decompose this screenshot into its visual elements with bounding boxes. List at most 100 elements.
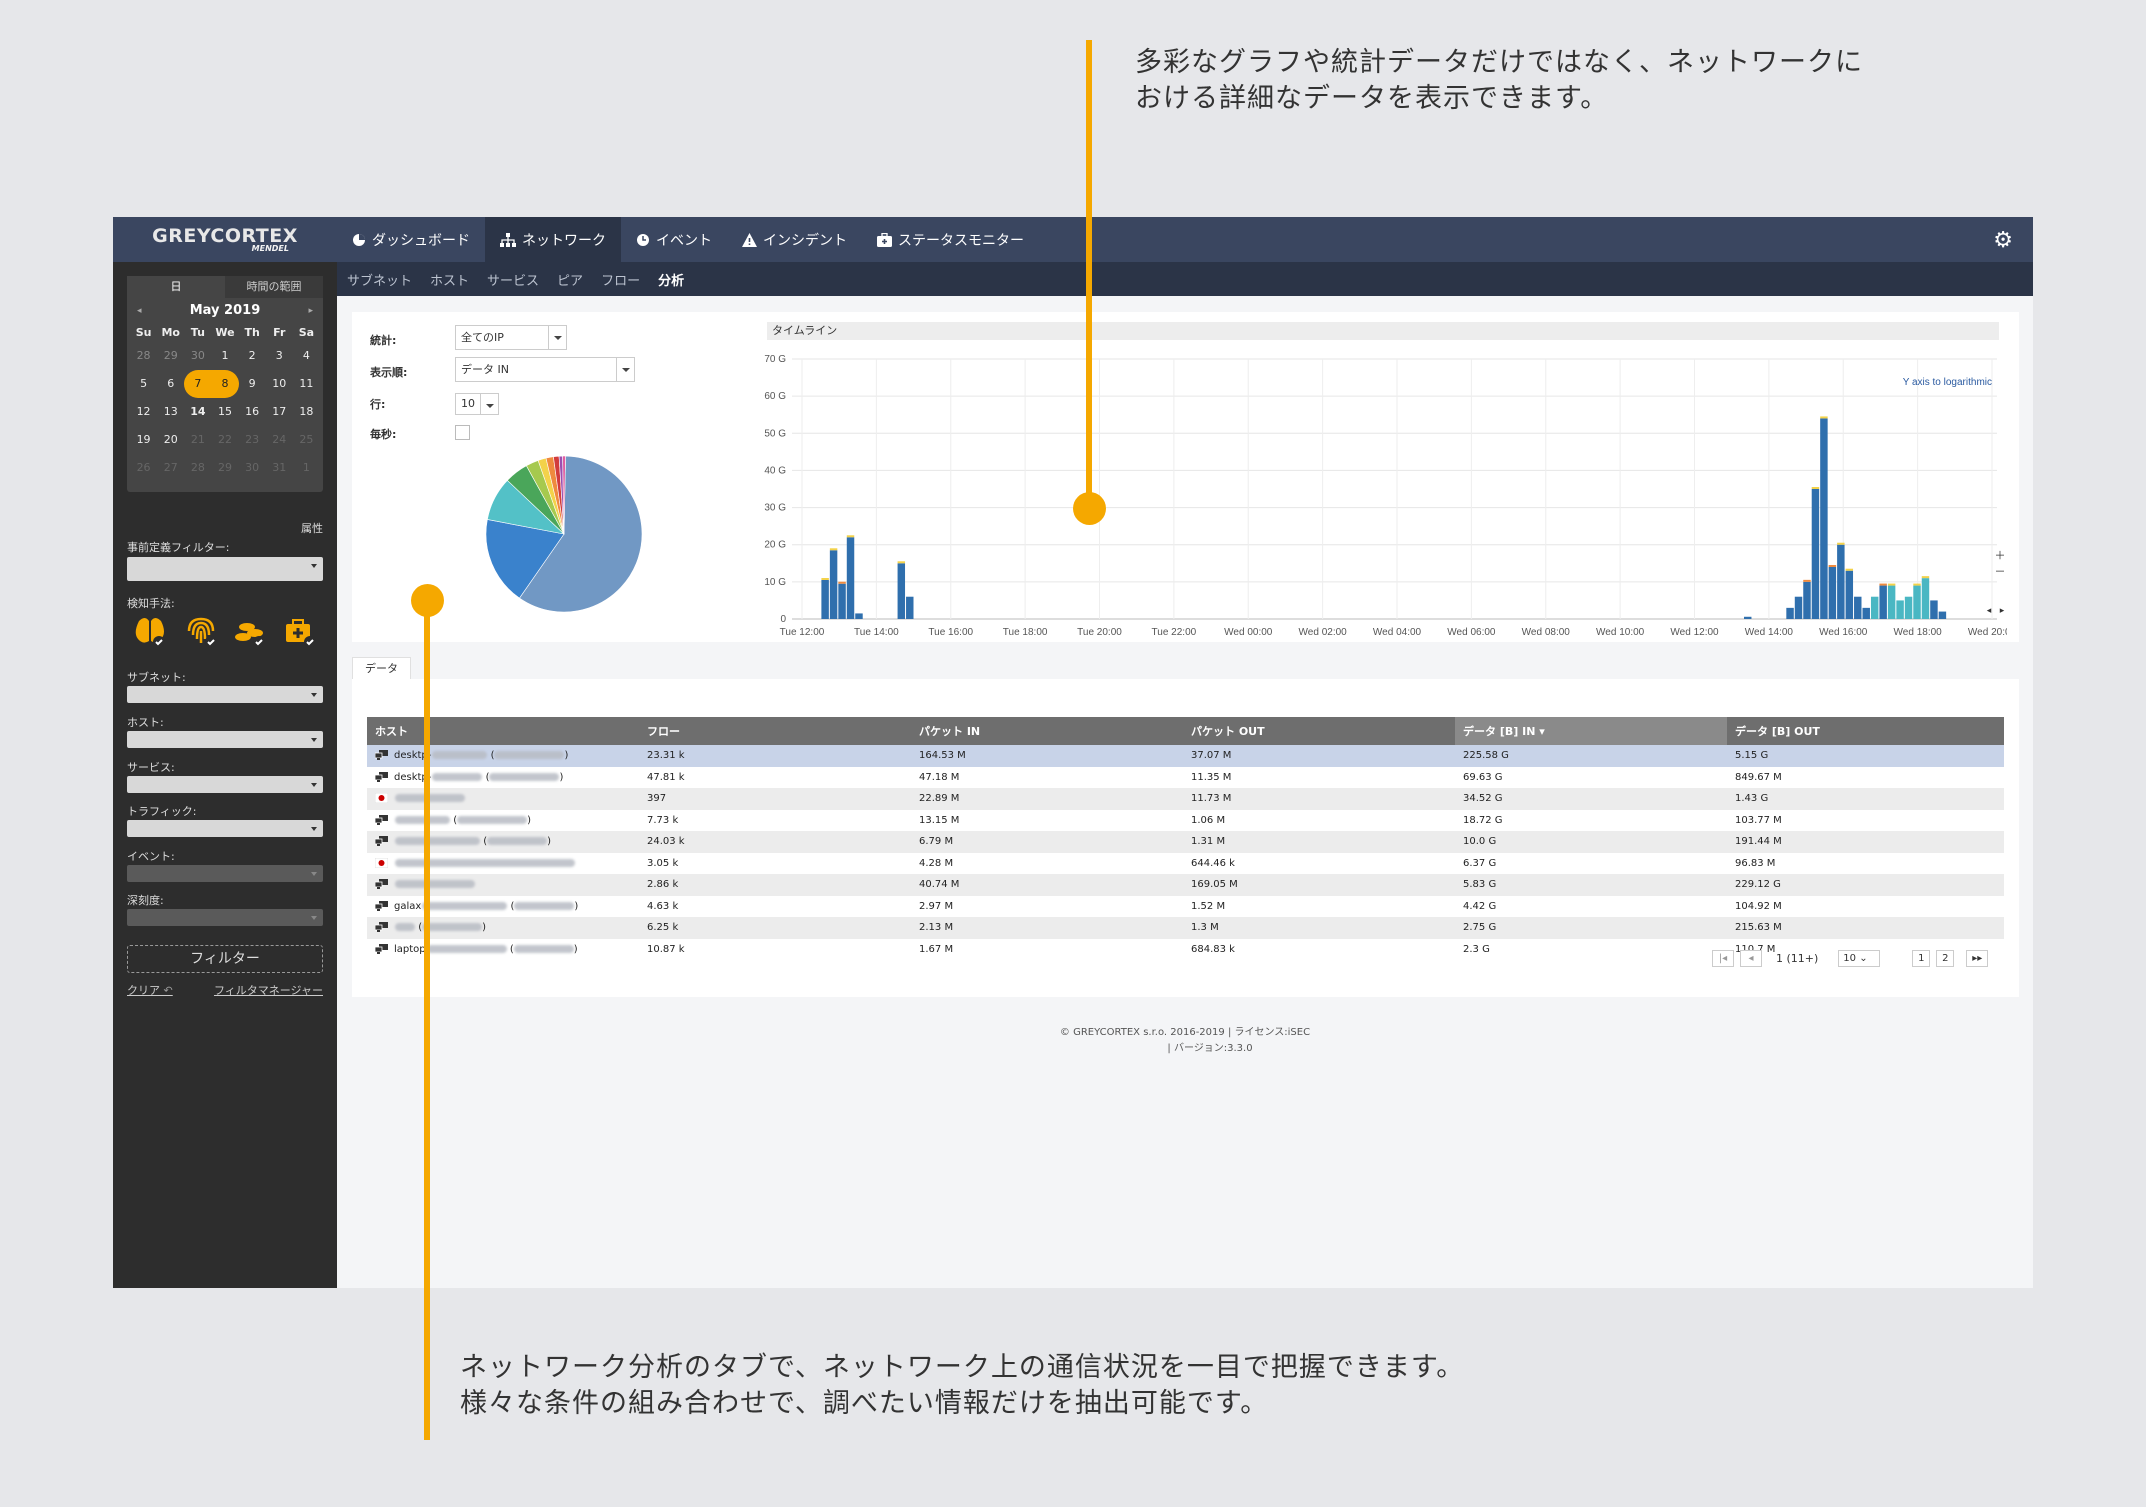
timeline-bar[interactable]: [1811, 489, 1820, 619]
table-row[interactable]: () 6.25 k 2.13 M 1.3 M 2.75 G 215.63 M: [367, 917, 2004, 939]
timeline-bar[interactable]: [1879, 585, 1887, 619]
timeline-bar[interactable]: [1786, 607, 1794, 619]
zoom-in-icon[interactable]: ＋: [1995, 549, 2006, 562]
subnet-select[interactable]: [127, 686, 323, 703]
calendar-day[interactable]: 11: [293, 370, 320, 398]
page-1-button[interactable]: 1: [1912, 950, 1931, 967]
timeline-bar[interactable]: [1887, 585, 1896, 619]
calendar-day[interactable]: 23: [239, 426, 266, 454]
severity-select[interactable]: [127, 909, 323, 926]
timeline-bar[interactable]: [846, 537, 855, 619]
calendar-day[interactable]: 3: [266, 342, 293, 370]
subnav-hosts[interactable]: ホスト: [430, 270, 469, 289]
col-packets-out[interactable]: パケット OUT: [1183, 717, 1455, 745]
fingerprint-icon[interactable]: [185, 615, 219, 649]
timeline-bar[interactable]: [1896, 600, 1904, 619]
timeline-bar[interactable]: [1820, 418, 1828, 619]
timeline-bar[interactable]: [1938, 611, 1947, 619]
persec-checkbox[interactable]: [455, 425, 470, 440]
timeline-bar[interactable]: [1845, 570, 1854, 619]
calendar-tab-day[interactable]: 日: [127, 276, 225, 298]
filter-manager-link[interactable]: フィルタマネージャー: [214, 982, 323, 998]
table-row[interactable]: 3.05 k 4.28 M 644.46 k 6.37 G 96.83 M: [367, 852, 2004, 874]
calendar-day[interactable]: 22: [211, 426, 238, 454]
order-select[interactable]: データ IN: [455, 357, 635, 382]
cell-host[interactable]: [367, 874, 639, 896]
cell-host[interactable]: [367, 788, 639, 810]
nav-network[interactable]: ネットワーク: [485, 217, 621, 262]
timeline-bar[interactable]: [1854, 596, 1862, 619]
nav-incidents[interactable]: インシデント: [727, 217, 862, 262]
subnav-subnets[interactable]: サブネット: [347, 270, 412, 289]
calendar-day[interactable]: 1: [211, 342, 238, 370]
timeline-bar[interactable]: [1930, 600, 1938, 619]
calendar-day[interactable]: 2: [239, 342, 266, 370]
timeline-bar[interactable]: [1913, 585, 1921, 619]
calendar-day[interactable]: 4: [293, 342, 320, 370]
data-tab[interactable]: データ: [352, 657, 411, 679]
first-page-button[interactable]: |◂: [1712, 950, 1734, 967]
cell-host[interactable]: (): [367, 917, 639, 939]
calendar-day[interactable]: 20: [157, 426, 184, 454]
col-flow[interactable]: フロー: [639, 717, 911, 745]
calendar-day[interactable]: 6: [157, 370, 184, 398]
table-row[interactable]: 2.86 k 40.74 M 169.05 M 5.83 G 229.12 G: [367, 874, 2004, 896]
timeline-bar[interactable]: [1921, 578, 1930, 619]
timeline-bar[interactable]: [906, 596, 914, 619]
calendar-day[interactable]: 25: [293, 426, 320, 454]
col-data-in[interactable]: データ [B] IN ▾: [1455, 717, 1727, 745]
service-select[interactable]: [127, 776, 323, 793]
table-row[interactable]: desktp- ()23.31 k164.53 M37.07 M225.58 G…: [367, 745, 2004, 767]
calendar-day[interactable]: 7: [184, 370, 212, 398]
timeline-bar[interactable]: [1803, 581, 1811, 619]
subnav-peers[interactable]: ピア: [557, 270, 583, 289]
table-row[interactable]: () 24.03 k 6.79 M 1.31 M 10.0 G 191.44 M: [367, 831, 2004, 853]
calendar-day[interactable]: 18: [293, 398, 320, 426]
col-packets-in[interactable]: パケット IN: [911, 717, 1183, 745]
table-row[interactable]: desktp- ()47.81 k47.18 M11.35 M69.63 G84…: [367, 766, 2004, 788]
logo[interactable]: GREYCORTEX MENDEL: [113, 217, 337, 262]
timeline-bar[interactable]: [1870, 596, 1879, 619]
calendar-day[interactable]: 29: [211, 454, 238, 482]
subnav-services[interactable]: サービス: [487, 270, 539, 289]
next-page-button[interactable]: ▸▸: [1966, 950, 1989, 967]
cell-host[interactable]: (): [367, 809, 639, 831]
calendar-day[interactable]: 28: [184, 454, 211, 482]
calendar-day[interactable]: 21: [184, 426, 211, 454]
calendar-day[interactable]: 16: [239, 398, 266, 426]
calendar-day[interactable]: 15: [211, 398, 238, 426]
clear-link[interactable]: クリア ↶: [127, 982, 173, 998]
filter-button[interactable]: フィルター: [127, 945, 323, 973]
col-data-out[interactable]: データ [B] OUT: [1727, 717, 2004, 745]
zoom-out-icon[interactable]: －: [1995, 565, 2006, 578]
calendar-day[interactable]: 26: [130, 454, 157, 482]
calendar-day[interactable]: 28: [130, 342, 157, 370]
subnav-flows[interactable]: フロー: [601, 270, 640, 289]
calendar-day[interactable]: 17: [266, 398, 293, 426]
host-select[interactable]: [127, 731, 323, 748]
table-row[interactable]: 397 22.89 M 11.73 M 34.52 G 1.43 G: [367, 788, 2004, 810]
cell-host[interactable]: desktp- (): [367, 766, 639, 788]
cell-host[interactable]: desktp- (): [367, 745, 639, 767]
calendar-day[interactable]: 31: [266, 454, 293, 482]
timeline-bar[interactable]: [838, 583, 846, 619]
timeline-bar[interactable]: [829, 550, 838, 619]
calendar-day[interactable]: 14: [184, 398, 211, 426]
calendar-day[interactable]: 30: [239, 454, 266, 482]
timeline-bar[interactable]: [897, 563, 906, 619]
timeline-bar[interactable]: [855, 613, 863, 619]
timeline-bar[interactable]: [1862, 607, 1870, 619]
calendar-day[interactable]: 9: [239, 370, 266, 398]
calendar-day[interactable]: 12: [130, 398, 157, 426]
timeline-bar[interactable]: [821, 580, 829, 619]
log-scale-toggle[interactable]: Y axis to logarithmic: [1903, 377, 1992, 388]
coins-icon[interactable]: [233, 615, 267, 649]
calendar-day[interactable]: 1: [293, 454, 320, 482]
cell-host[interactable]: (): [367, 831, 639, 853]
calendar-day[interactable]: 24: [266, 426, 293, 454]
table-row[interactable]: () 7.73 k 13.15 M 1.06 M 18.72 G 103.77 M: [367, 809, 2004, 831]
per-page-select[interactable]: 10 ⌄: [1838, 950, 1881, 967]
calendar-day[interactable]: 5: [130, 370, 157, 398]
brain-icon[interactable]: [133, 615, 167, 649]
timeline-bar[interactable]: [1837, 544, 1845, 619]
